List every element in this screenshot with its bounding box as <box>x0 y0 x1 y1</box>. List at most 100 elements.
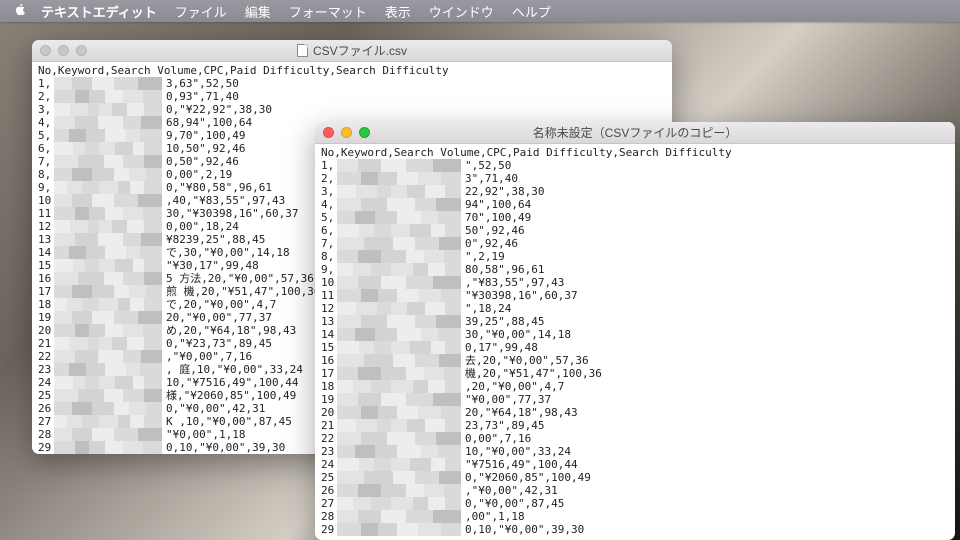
row-number: 12 <box>321 302 335 315</box>
row-number: 26 <box>38 402 52 415</box>
csv-header: No,Keyword,Search Volume,CPC,Paid Diffic… <box>321 146 949 159</box>
csv-row: 290,10,"¥0,00",39,30 <box>321 523 949 536</box>
window-title: CSVファイル.csv <box>32 42 672 59</box>
row-tail-values: K ,10,"¥0,00",87,45 <box>166 415 292 428</box>
redacted-keyword <box>54 428 162 441</box>
row-number: 2, <box>321 172 335 185</box>
redacted-keyword <box>337 341 461 354</box>
csv-row: 2310,"¥0,00",33,24 <box>321 445 949 458</box>
row-tail-values: 0,"¥2060,85",100,49 <box>465 471 591 484</box>
redacted-keyword <box>54 415 162 428</box>
redacted-keyword <box>337 250 461 263</box>
row-tail-values: 0,"¥22,92",38,30 <box>166 103 272 116</box>
titlebar[interactable]: CSVファイル.csv <box>32 40 672 62</box>
row-tail-values: , 庭,10,"¥0,00",33,24 <box>166 363 303 376</box>
csv-row: 28 ,00",1,18 <box>321 510 949 523</box>
row-number: 28 <box>38 428 52 441</box>
redacted-keyword <box>54 324 162 337</box>
row-tail-values: ,00",1,18 <box>465 510 525 523</box>
row-tail-values: 0,50",92,46 <box>166 155 239 168</box>
redacted-keyword <box>54 207 162 220</box>
row-tail-values: 3,63",52,50 <box>166 77 239 90</box>
row-tail-values: 機,20,"¥51,47",100,36 <box>465 367 602 380</box>
menu-format[interactable]: フォーマット <box>289 2 367 21</box>
row-number: 25 <box>38 389 52 402</box>
csv-row: 24"¥7516,49",100,44 <box>321 458 949 471</box>
row-tail-values: ,"¥83,55",97,43 <box>465 276 564 289</box>
redacted-keyword <box>337 198 461 211</box>
redacted-keyword <box>54 90 162 103</box>
row-tail-values: 0,00",18,24 <box>166 220 239 233</box>
redacted-keyword <box>337 185 461 198</box>
menu-window[interactable]: ウインドウ <box>429 2 494 21</box>
redacted-keyword <box>54 441 162 454</box>
csv-row: 26,"¥0,00",42,31 <box>321 484 949 497</box>
text-content[interactable]: No,Keyword,Search Volume,CPC,Paid Diffic… <box>315 144 955 540</box>
row-number: 16 <box>38 272 52 285</box>
row-number: 17 <box>321 367 335 380</box>
row-tail-values: 80,58",96,61 <box>465 263 544 276</box>
redacted-keyword <box>337 458 461 471</box>
row-number: 20 <box>38 324 52 337</box>
row-tail-values: 0,"¥0,00",87,45 <box>465 497 564 510</box>
row-number: 8, <box>321 250 335 263</box>
redacted-keyword <box>54 194 162 207</box>
redacted-keyword <box>54 389 162 402</box>
titlebar[interactable]: 名称未設定（CSVファイルのコピー） <box>315 122 955 144</box>
redacted-keyword <box>337 328 461 341</box>
row-tail-values: ",18,24 <box>465 302 511 315</box>
row-number: 9, <box>38 181 52 194</box>
csv-row: 7,0",92,46 <box>321 237 949 250</box>
row-number: 23 <box>321 445 335 458</box>
row-tail-values: 0,"¥80,58",96,61 <box>166 181 272 194</box>
row-number: 13 <box>321 315 335 328</box>
apple-menu-icon[interactable] <box>14 3 27 19</box>
menu-file[interactable]: ファイル <box>175 2 227 21</box>
csv-row: 150,17",99,48 <box>321 341 949 354</box>
redacted-keyword <box>337 406 461 419</box>
csv-row: 6,50",92,46 <box>321 224 949 237</box>
row-number: 8, <box>38 168 52 181</box>
app-name[interactable]: テキストエディット <box>41 2 157 21</box>
csv-row: 3,22,92",38,30 <box>321 185 949 198</box>
row-tail-values: 94",100,64 <box>465 198 531 211</box>
row-number: 19 <box>38 311 52 324</box>
row-tail-values: 39,25",88,45 <box>465 315 544 328</box>
menu-help[interactable]: ヘルプ <box>512 2 551 21</box>
window-title-text: CSVファイル.csv <box>313 42 407 59</box>
row-tail-values: 0,"¥23,73",89,45 <box>166 337 272 350</box>
redacted-keyword <box>337 484 461 497</box>
row-number: 11 <box>38 207 52 220</box>
menu-view[interactable]: 表示 <box>385 2 411 21</box>
menu-edit[interactable]: 編集 <box>245 2 271 21</box>
row-tail-values: ,20,"¥0,00",4,7 <box>465 380 564 393</box>
row-number: 26 <box>321 484 335 497</box>
redacted-keyword <box>337 172 461 185</box>
redacted-keyword <box>337 354 461 367</box>
redacted-keyword <box>54 402 162 415</box>
row-number: 27 <box>321 497 335 510</box>
window-csv-copy[interactable]: 名称未設定（CSVファイルのコピー） No,Keyword,Search Vol… <box>315 122 955 540</box>
row-number: 28 <box>321 510 335 523</box>
row-number: 5, <box>321 211 335 224</box>
row-tail-values: ,40,"¥83,55",97,43 <box>166 194 285 207</box>
row-tail-values: 3",71,40 <box>465 172 518 185</box>
row-number: 1, <box>38 77 52 90</box>
redacted-keyword <box>54 350 162 363</box>
csv-row: 1, 3,63",52,50 <box>38 77 666 90</box>
redacted-keyword <box>54 129 162 142</box>
csv-row: 16去,20,"¥0,00",57,36 <box>321 354 949 367</box>
row-tail-values: め,20,"¥64,18",98,43 <box>166 324 296 337</box>
row-number: 29 <box>321 523 335 536</box>
document-icon <box>297 44 308 57</box>
row-tail-values: 煎 機,20,"¥51,47",100,36 <box>166 285 320 298</box>
csv-row: 10,"¥83,55",97,43 <box>321 276 949 289</box>
row-tail-values: 30,"¥30398,16",60,37 <box>166 207 298 220</box>
row-number: 17 <box>38 285 52 298</box>
redacted-keyword <box>54 220 162 233</box>
row-number: 22 <box>321 432 335 445</box>
redacted-keyword <box>337 510 461 523</box>
row-number: 9, <box>321 263 335 276</box>
row-number: 6, <box>38 142 52 155</box>
redacted-keyword <box>337 497 461 510</box>
